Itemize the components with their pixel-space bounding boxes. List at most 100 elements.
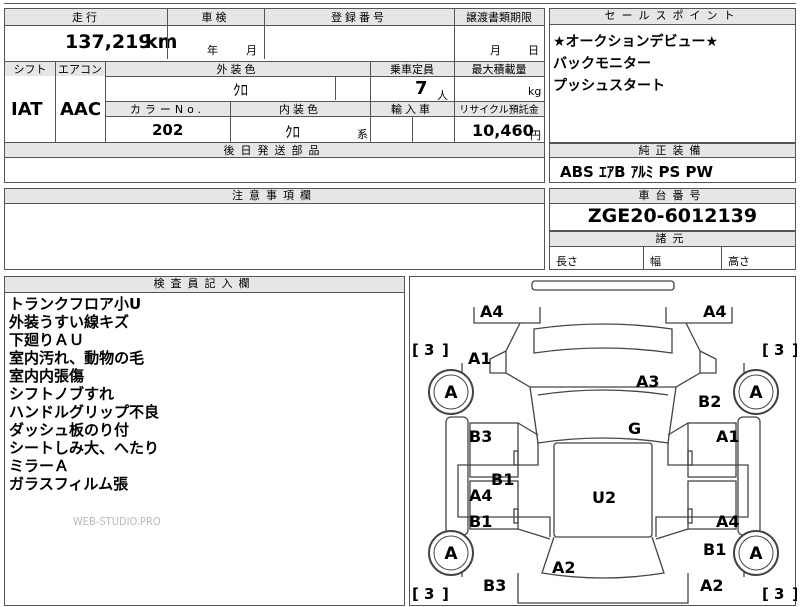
- svg-text:]: ]: [442, 585, 449, 603]
- svg-text:[: [: [762, 585, 769, 603]
- sales-points-header: セールスポイント: [550, 9, 795, 25]
- aircon-value: AAC: [60, 99, 102, 120]
- car-diagram: A A A A [3] [3] [3] [3] A4 A4 A1 A3 B2 G…: [412, 280, 797, 604]
- vehicle-info-table: 走行 車検 登録番号 譲渡書類期限 137,219 km 年 月 月 日 シフト…: [4, 8, 545, 183]
- inspector-notes-list: トランクフロア小U 外装うすい線キズ 下廻りＡＵ 室内汚れ、動物の毛 室内内張傷…: [9, 295, 159, 493]
- inspection-year-unit: 年: [207, 44, 218, 57]
- damage-mark: A1: [716, 427, 740, 446]
- caution-header: 注意事項欄: [5, 189, 544, 204]
- interior-color-label: 内装色: [230, 101, 370, 116]
- svg-text:]: ]: [792, 341, 797, 359]
- damage-mark: B3: [483, 576, 506, 595]
- mileage-value: 137,219: [65, 31, 152, 53]
- damage-mark: A2: [552, 558, 576, 577]
- aircon-label: エアコン: [55, 61, 105, 76]
- sales-point-2: バックモニター: [553, 56, 651, 72]
- svg-text:[: [: [412, 341, 419, 359]
- deadline-header: 譲渡書類期限: [454, 9, 544, 25]
- recycle-value: 10,460: [472, 121, 534, 140]
- color-no-value: 202: [152, 121, 184, 139]
- standard-equipment-header: 純正装備: [550, 144, 795, 158]
- tire-grade-fl: A: [444, 383, 458, 403]
- tire-grade-rr: A: [749, 544, 763, 564]
- length-label: 長さ: [556, 255, 578, 268]
- inspector-notes-header: 検査員記入欄: [5, 277, 404, 293]
- sales-point-1: ★オークションデビュー★: [553, 34, 719, 50]
- damage-mark: G: [628, 419, 641, 438]
- capacity-value: 7: [415, 78, 428, 99]
- inspection-month-unit: 月: [246, 44, 257, 57]
- standard-equipment-value: ABS ｴｱB ｱﾙﾐ PS PW: [560, 163, 714, 181]
- tire-grade-rl: A: [444, 544, 458, 564]
- shift-value: IAT: [11, 99, 43, 120]
- interior-suffix: 系: [357, 128, 368, 141]
- tire-depth-fr: 3: [774, 341, 784, 359]
- recycle-unit: 円: [530, 129, 541, 142]
- max-load-unit: kg: [528, 85, 542, 98]
- damage-mark: A1: [468, 349, 492, 368]
- height-label: 高さ: [728, 255, 750, 268]
- chassis-box: 車台番号 ZGE20-6012139: [549, 188, 796, 231]
- mileage-unit: km: [145, 31, 178, 53]
- damage-mark: A4: [716, 512, 740, 531]
- car-diagram-box: A A A A [3] [3] [3] [3] A4 A4 A1 A3 B2 G…: [409, 276, 797, 606]
- damage-mark: B1: [491, 470, 514, 489]
- damage-mark: A4: [703, 302, 727, 321]
- svg-text:[: [: [412, 585, 419, 603]
- damage-mark: A4: [469, 486, 493, 505]
- exterior-color-label: 外装色: [105, 61, 370, 76]
- top-clipped-row: [4, 0, 796, 4]
- color-no-label: カラーNo.: [105, 101, 230, 116]
- capacity-label: 乗車定員: [370, 61, 454, 76]
- chassis-header: 車台番号: [550, 189, 795, 204]
- chassis-value: ZGE20-6012139: [587, 205, 758, 227]
- note-line: 室内内張傷: [9, 367, 85, 385]
- note-line: ミラーＡ: [9, 457, 70, 475]
- note-line: 室内汚れ、動物の毛: [9, 349, 145, 367]
- tire-grade-fr: A: [749, 383, 763, 403]
- tire-depth-rl: 3: [424, 585, 434, 603]
- dimensions-box: 諸元 長さ 幅 高さ: [549, 231, 796, 270]
- tire-depth-rr: 3: [774, 585, 784, 603]
- registration-header: 登録番号: [264, 9, 454, 25]
- sales-point-3: プッシュスタート: [553, 78, 665, 94]
- damage-mark: B1: [703, 540, 726, 559]
- dimensions-header: 諸元: [550, 232, 795, 247]
- mileage-header: 走行: [5, 9, 167, 25]
- svg-text:]: ]: [442, 341, 449, 359]
- width-label: 幅: [650, 255, 661, 268]
- note-line: 外装うすい線キズ: [9, 313, 130, 331]
- damage-mark: A3: [636, 372, 660, 391]
- damage-mark: B3: [469, 427, 492, 446]
- sales-points-box: セールスポイント ★オークションデビュー★ バックモニター プッシュスタート: [549, 8, 796, 143]
- note-line: ガラスフィルム張: [9, 475, 129, 493]
- deadline-month-unit: 月: [490, 44, 501, 57]
- note-line: 下廻りＡＵ: [9, 331, 85, 349]
- note-line: トランクフロア小U: [9, 295, 142, 313]
- damage-mark: A2: [700, 576, 724, 595]
- damage-mark: B2: [698, 392, 721, 411]
- inspector-notes-box: 検査員記入欄 トランクフロア小U 外装うすい線キズ 下廻りＡＵ 室内汚れ、動物の…: [4, 276, 405, 606]
- deadline-day-unit: 日: [528, 44, 539, 57]
- svg-text:]: ]: [792, 585, 797, 603]
- damage-mark: B1: [469, 512, 492, 531]
- caution-box: 注意事項欄: [4, 188, 545, 270]
- exterior-color-value: ｸﾛ: [233, 81, 249, 99]
- later-parts-label: 後日発送部品: [5, 142, 544, 157]
- note-line: シフトノブすれ: [9, 385, 115, 403]
- tire-depth-fl: 3: [424, 341, 434, 359]
- standard-equipment-box: 純正装備 ABS ｴｱB ｱﾙﾐ PS PW: [549, 143, 796, 183]
- svg-text:[: [: [762, 341, 769, 359]
- damage-mark: U2: [592, 488, 616, 507]
- interior-color-value: ｸﾛ: [285, 123, 301, 141]
- recycle-label: リサイクル預託金: [454, 101, 544, 116]
- note-line: シートしみ大、へたり: [9, 439, 160, 457]
- note-line: ダッシュ板のり付: [9, 421, 130, 439]
- damage-mark: A4: [480, 302, 504, 321]
- max-load-label: 最大積載量: [454, 61, 544, 76]
- watermark: WEB-STUDIO.PRO: [73, 515, 161, 528]
- note-line: ハンドルグリップ不良: [9, 403, 160, 421]
- inspection-header: 車検: [167, 9, 264, 25]
- shift-label: シフト: [5, 61, 55, 76]
- import-label: 輸入車: [370, 101, 454, 116]
